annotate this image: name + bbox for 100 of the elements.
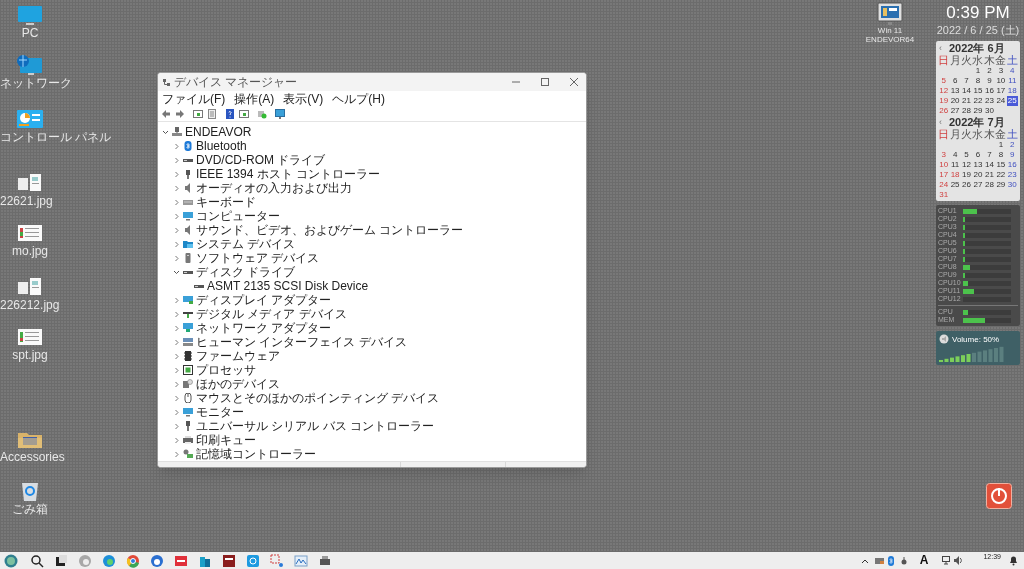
- collapse-chevron-icon[interactable]: [162, 128, 169, 136]
- tree-item[interactable]: サウンド、ビデオ、およびゲーム コントローラー: [196, 223, 464, 237]
- calendar-day[interactable]: 10: [995, 76, 1007, 86]
- tree-item[interactable]: ファームウェア: [196, 349, 280, 363]
- tree-item[interactable]: 印刷キュー: [196, 433, 256, 447]
- calendar-day[interactable]: 23: [1006, 170, 1018, 180]
- calendar-day[interactable]: 12: [960, 160, 973, 170]
- tree-item[interactable]: プロセッサ: [196, 363, 256, 377]
- calendar-day[interactable]: 18: [1006, 86, 1018, 96]
- tree-item[interactable]: ネットワーク アダプター: [196, 321, 332, 335]
- calendar-day[interactable]: 19: [960, 170, 973, 180]
- calendar-day[interactable]: 26: [938, 106, 950, 116]
- calendar-day[interactable]: 10: [938, 160, 950, 170]
- tree-item[interactable]: ほかのデバイス: [196, 377, 280, 391]
- expand-chevron-icon[interactable]: [173, 352, 180, 360]
- previous-month-button[interactable]: ‹: [938, 43, 943, 53]
- calendar-day[interactable]: 18: [949, 170, 961, 180]
- expand-chevron-icon[interactable]: [173, 156, 180, 164]
- calendar-day[interactable]: 25: [949, 180, 961, 190]
- calendar-day[interactable]: 23: [983, 96, 996, 106]
- calendar-day[interactable]: 8: [995, 150, 1007, 160]
- expand-chevron-icon[interactable]: [173, 142, 180, 150]
- expand-chevron-icon[interactable]: [173, 422, 180, 430]
- expand-chevron-icon[interactable]: [173, 338, 180, 346]
- snip-icon[interactable]: [270, 553, 284, 568]
- ime-indicator[interactable]: A: [919, 554, 929, 567]
- tree-item[interactable]: オーディオの入力および出力: [196, 181, 352, 195]
- tree-item[interactable]: マウスとそのほかのポインティング デバイス: [196, 391, 440, 405]
- tree-item[interactable]: Bluetooth: [196, 139, 247, 153]
- calendar-day[interactable]: 21: [960, 96, 973, 106]
- calendar-day[interactable]: 28: [983, 180, 996, 190]
- expand-chevron-icon[interactable]: [173, 436, 180, 444]
- calendar-day[interactable]: 30: [983, 106, 996, 116]
- tree-item[interactable]: ディスプレイ アダプター: [196, 293, 332, 307]
- calendar-day[interactable]: 6: [949, 76, 961, 86]
- expand-chevron-icon[interactable]: [173, 324, 180, 332]
- round-app-icon[interactable]: [150, 553, 164, 568]
- minimize-icon[interactable]: [512, 78, 520, 86]
- calendar-day[interactable]: 28: [960, 106, 973, 116]
- calendar-day[interactable]: 11: [949, 160, 961, 170]
- calendar-day[interactable]: 12: [938, 86, 950, 96]
- image-file-icon[interactable]: [16, 326, 44, 348]
- calendar-day[interactable]: 22: [995, 170, 1007, 180]
- window-icon[interactable]: [193, 109, 203, 119]
- calendar-day[interactable]: 29: [995, 180, 1007, 190]
- calendar-day[interactable]: 17: [938, 170, 950, 180]
- calendar-day[interactable]: 3: [995, 66, 1007, 76]
- tree-item[interactable]: ヒューマン インターフェイス デバイス: [196, 335, 407, 349]
- tree-item[interactable]: ENDEAVOR: [185, 125, 252, 139]
- tree-item[interactable]: システム デバイス: [196, 237, 296, 251]
- expand-chevron-icon[interactable]: [173, 226, 180, 234]
- calendar-day[interactable]: 27: [972, 180, 984, 190]
- expand-chevron-icon[interactable]: [173, 184, 180, 192]
- calendar-day[interactable]: 15: [972, 86, 984, 96]
- volume-icon[interactable]: [954, 556, 964, 565]
- calendar-day[interactable]: 16: [983, 86, 996, 96]
- notification-icon[interactable]: [1009, 555, 1018, 566]
- tray-app-icon[interactable]: [874, 556, 884, 565]
- tree-item[interactable]: キーボード: [196, 195, 256, 209]
- expand-chevron-icon[interactable]: [173, 380, 180, 388]
- ring-icon[interactable]: [126, 553, 140, 568]
- printer-icon[interactable]: [318, 553, 332, 568]
- chart-icon[interactable]: [294, 553, 308, 568]
- power-icon[interactable]: [986, 483, 1012, 509]
- calendar-day[interactable]: 7: [983, 150, 996, 160]
- expand-chevron-icon[interactable]: [173, 310, 180, 318]
- calendar-day[interactable]: 17: [995, 86, 1007, 96]
- menu-item[interactable]: 表示(V): [283, 92, 324, 106]
- monitor-icon[interactable]: [16, 4, 44, 26]
- list-icon[interactable]: [207, 109, 217, 119]
- calendar-day[interactable]: 13: [972, 160, 984, 170]
- calendar-day[interactable]: 11: [1006, 76, 1018, 86]
- calendar-day[interactable]: 27: [949, 106, 961, 116]
- globe-icon[interactable]: [4, 553, 18, 568]
- calendar-day[interactable]: 5: [938, 76, 950, 86]
- network-icon[interactable]: [942, 556, 952, 565]
- calendar-day[interactable]: 13: [949, 86, 961, 96]
- calendar-day[interactable]: 25: [1006, 96, 1018, 106]
- back-arrow-icon[interactable]: [161, 109, 171, 119]
- monitor-icon[interactable]: [275, 109, 285, 119]
- menu-item[interactable]: ファイル(F): [162, 92, 226, 106]
- calendar-day[interactable]: 2: [1006, 140, 1018, 150]
- tree-item[interactable]: ディスク ドライブ: [196, 265, 296, 279]
- tree-item[interactable]: ソフトウェア デバイス: [196, 251, 320, 265]
- scan-hardware-icon[interactable]: [257, 109, 267, 119]
- calendar-day[interactable]: 19: [938, 96, 950, 106]
- image-file-icon[interactable]: [16, 172, 44, 194]
- expand-chevron-icon[interactable]: [173, 198, 180, 206]
- calendar-day[interactable]: 29: [972, 106, 984, 116]
- calendar-day[interactable]: 22: [972, 96, 984, 106]
- calendar-day[interactable]: 9: [983, 76, 996, 86]
- expand-chevron-icon[interactable]: [173, 240, 180, 248]
- calendar-day[interactable]: 26: [960, 180, 973, 190]
- calendar-day[interactable]: 16: [1006, 160, 1018, 170]
- expand-chevron-icon[interactable]: [173, 450, 180, 458]
- menu-item[interactable]: ヘルプ(H): [332, 92, 385, 106]
- calendar-day[interactable]: 31: [938, 190, 950, 200]
- expand-chevron-icon[interactable]: [173, 366, 180, 374]
- calendar-day[interactable]: 14: [983, 160, 996, 170]
- calendar-day[interactable]: 5: [960, 150, 973, 160]
